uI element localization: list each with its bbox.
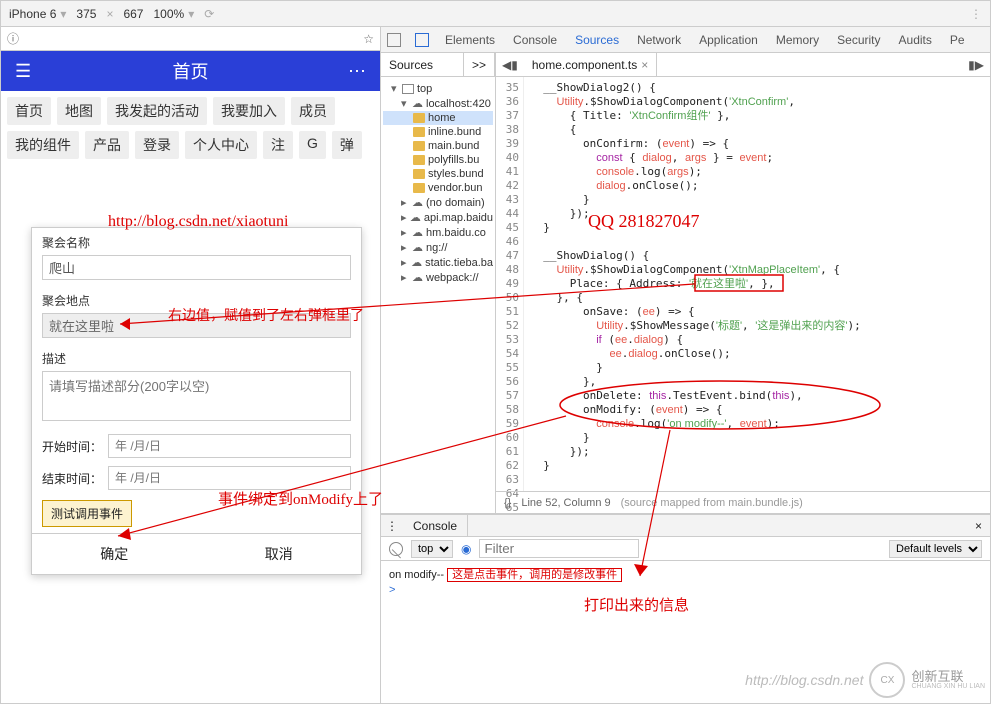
devtools-menu-icon[interactable]: ⋮ [970, 7, 982, 21]
console-filter-input[interactable] [479, 539, 639, 558]
tree-api-baidu[interactable]: ▸☁api.map.baidu [383, 210, 493, 225]
devtools-tabbar: Elements Console Sources Network Applica… [381, 27, 990, 53]
line-gutter: 35 36 37 38 39 40 41 42 43 44 45 46 47 4… [496, 77, 524, 491]
event-dialog: 聚会名称 聚会地点 描述 开始时间： 结束时间： [31, 227, 362, 575]
sources-subtab[interactable]: Sources [381, 53, 464, 76]
place-input[interactable] [42, 313, 351, 338]
label-end: 结束时间： [42, 470, 102, 487]
nav-extra-1[interactable]: 注 [263, 131, 293, 159]
name-input[interactable] [42, 255, 351, 280]
nav-home[interactable]: 首页 [7, 97, 51, 125]
ok-button[interactable]: 确定 [32, 534, 197, 574]
tab-network[interactable]: Network [635, 31, 683, 49]
device-select[interactable]: iPhone 6 ▾ [9, 7, 66, 21]
end-time-input[interactable] [108, 466, 351, 490]
tree-hm-baidu[interactable]: ▸☁hm.baidu.co [383, 225, 493, 240]
nav-back-icon[interactable]: ◀▮ [496, 58, 524, 72]
tab-more[interactable]: Pe [948, 31, 967, 49]
tree-polyfills[interactable]: polyfills.bu [383, 153, 493, 167]
more-subtabs[interactable]: >> [464, 53, 495, 76]
inspect-icon[interactable] [387, 33, 401, 47]
device-mode-icon[interactable] [415, 33, 429, 47]
nav-extra-3[interactable]: 弹 [332, 131, 362, 159]
label-place: 聚会地点 [42, 292, 351, 309]
nav-product[interactable]: 产品 [85, 131, 129, 159]
tree-host[interactable]: ▾☁localhost:420 [383, 96, 493, 111]
viewport-width[interactable]: 375 [76, 7, 96, 21]
eye-icon[interactable]: ◉ [461, 542, 471, 556]
device-toolbar: iPhone 6 ▾ 375 × 667 100% ▾ ⟳ ⋮ [1, 1, 990, 27]
tree-top[interactable]: ▾top [383, 81, 493, 96]
nav-members[interactable]: 成员 [291, 97, 335, 125]
tab-memory[interactable]: Memory [774, 31, 821, 49]
file-tree: ▾top ▾☁localhost:420 home inline.bund ma… [381, 77, 495, 513]
address-bar[interactable]: ⓘ ☆ [1, 27, 380, 51]
braces-icon[interactable]: {} [504, 497, 511, 509]
editor-statusbar: {} Line 52, Column 9 (source mapped from… [496, 491, 990, 513]
watermark: http://blog.csdn.net CX 创新互联 CHUANG XIN … [745, 662, 985, 698]
close-icon[interactable]: × [641, 58, 648, 72]
nav-profile[interactable]: 个人中心 [185, 131, 257, 159]
tree-vendor[interactable]: vendor.bun [383, 181, 493, 195]
ellipsis-icon[interactable]: ⋯ [348, 61, 366, 82]
nav-buttons: 首页 地图 我发起的活动 我要加入 成员 我的组件 产品 登录 个人中心 注 G… [1, 91, 380, 165]
nav-extra-2[interactable]: G [299, 131, 326, 159]
levels-select[interactable]: Default levels [889, 540, 982, 558]
rotate-icon[interactable]: ⟳ [204, 7, 214, 21]
cancel-button[interactable]: 取消 [197, 534, 362, 574]
context-select[interactable]: top [411, 540, 453, 558]
code-editor[interactable]: __ShowDialog2() { Utility.$ShowDialogCom… [524, 77, 990, 491]
label-desc: 描述 [42, 350, 351, 367]
tree-tieba[interactable]: ▸☁static.tieba.ba [383, 255, 493, 270]
tab-console[interactable]: Console [511, 31, 559, 49]
tab-elements[interactable]: Elements [443, 31, 497, 49]
tree-home[interactable]: home [383, 111, 493, 125]
info-icon: ⓘ [7, 30, 19, 47]
cursor-pos: Line 52, Column 9 [521, 497, 610, 509]
label-start: 开始时间： [42, 438, 102, 455]
tab-audits[interactable]: Audits [897, 31, 934, 49]
nav-login[interactable]: 登录 [135, 131, 179, 159]
watermark-logo-icon: CX [869, 662, 905, 698]
tree-inline[interactable]: inline.bund [383, 125, 493, 139]
tab-sources[interactable]: Sources [573, 31, 621, 49]
nav-map[interactable]: 地图 [57, 97, 101, 125]
tree-main[interactable]: main.bund [383, 139, 493, 153]
bookmark-icon[interactable]: ☆ [363, 32, 374, 46]
tree-webpack[interactable]: ▸☁webpack:// [383, 270, 493, 285]
nav-join[interactable]: 我要加入 [213, 97, 285, 125]
tab-security[interactable]: Security [835, 31, 882, 49]
label-name: 聚会名称 [42, 234, 351, 251]
console-tab[interactable]: Console [403, 515, 468, 536]
file-tab[interactable]: home.component.ts × [524, 53, 657, 76]
tree-styles[interactable]: styles.bund [383, 167, 493, 181]
tree-ng[interactable]: ▸☁ng:// [383, 240, 493, 255]
tab-application[interactable]: Application [697, 31, 760, 49]
page-title: ☰ 首页 ⋯ [1, 51, 380, 91]
tree-nodomain[interactable]: ▸☁(no domain) [383, 195, 493, 210]
test-event-button[interactable]: 测试调用事件 [42, 500, 132, 527]
nav-my-events[interactable]: 我发起的活动 [107, 97, 207, 125]
nav-fwd-icon[interactable]: ▮▶ [962, 58, 990, 72]
desc-textarea[interactable] [42, 371, 351, 421]
nav-components[interactable]: 我的组件 [7, 131, 79, 159]
console-close-icon[interactable]: × [967, 519, 990, 533]
x-icon: × [106, 7, 113, 21]
clear-console-icon[interactable] [389, 542, 403, 556]
console-prompt[interactable]: > [389, 584, 395, 596]
source-map-note: (source mapped from main.bundle.js) [621, 497, 803, 509]
zoom-select[interactable]: 100% ▾ [153, 7, 194, 21]
viewport-height[interactable]: 667 [123, 7, 143, 21]
start-time-input[interactable] [108, 434, 351, 458]
menu-icon[interactable]: ☰ [15, 61, 31, 82]
console-menu-icon[interactable]: ⋮ [381, 519, 403, 533]
